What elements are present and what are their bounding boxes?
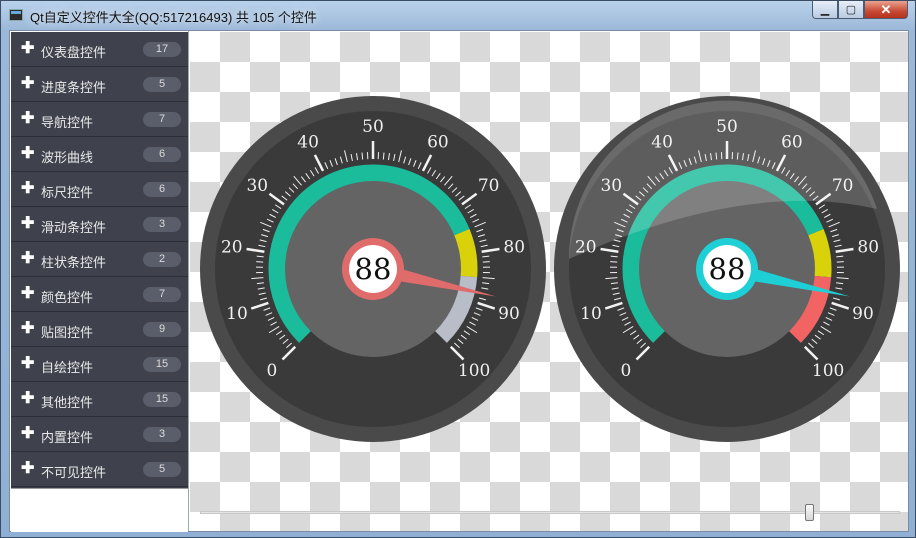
maximize-button[interactable]: ▢ [838, 1, 864, 19]
gauge-scale-label: 10 [580, 304, 602, 324]
gauge-scale-label: 40 [297, 133, 319, 153]
gauge-scale-label: 0 [266, 361, 277, 381]
sidebar-item[interactable]: ✚ 导航控件 7 [11, 102, 188, 137]
count-badge: 7 [143, 112, 181, 127]
title-bar[interactable]: Qt自定义控件大全(QQ:517216493) 共 105 个控件 ▁ ▢ ✕ [1, 1, 915, 30]
gauge-scale-label: 90 [852, 304, 874, 324]
minimize-icon: ▁ [820, 4, 830, 16]
sidebar-item[interactable]: ✚ 进度条控件 5 [11, 67, 188, 102]
count-badge: 5 [143, 462, 181, 477]
count-badge: 5 [143, 77, 181, 92]
sidebar-item[interactable]: ✚ 滑动条控件 3 [11, 207, 188, 242]
plus-icon: ✚ [21, 425, 35, 442]
sidebar-nav: ✚ 仪表盘控件 17 ✚ 进度条控件 5 ✚ 导航控件 7 ✚ 波形曲线 6 ✚ 标尺控件 6 ✚ 滑动条控件 3… [11, 32, 188, 488]
plus-icon: ✚ [21, 145, 35, 162]
plus-icon: ✚ [21, 390, 35, 407]
count-badge: 17 [143, 42, 181, 57]
close-icon: ✕ [880, 1, 892, 17]
sidebar-item[interactable]: ✚ 波形曲线 6 [11, 137, 188, 172]
plus-icon: ✚ [21, 180, 35, 197]
sidebar-empty-area [11, 488, 188, 532]
gauge: 0 10 20 30 40 50 60 70 80 90 100 88 [200, 96, 546, 442]
count-badge: 3 [143, 427, 181, 442]
gauge-scale-label: 60 [427, 133, 449, 153]
plus-icon: ✚ [21, 215, 35, 232]
sidebar-item-label: 其他控件 [41, 395, 94, 410]
sidebar-item-label: 贴图控件 [41, 325, 94, 340]
sidebar-item-label: 自绘控件 [41, 360, 94, 375]
sidebar-item-label: 仪表盘控件 [41, 45, 107, 60]
gauge-scale-label: 20 [221, 238, 243, 258]
gauge-preview-canvas: 0102030405060708090100880102030405060708… [190, 32, 908, 531]
sidebar-item[interactable]: ✚ 自绘控件 15 [11, 347, 188, 382]
plus-icon: ✚ [21, 320, 35, 337]
plus-icon: ✚ [21, 460, 35, 477]
close-button[interactable]: ✕ [864, 1, 908, 19]
plus-icon: ✚ [21, 250, 35, 267]
sidebar-item-label: 颜色控件 [41, 290, 94, 305]
gauge: 010203040506070809010088 [554, 96, 900, 442]
sidebar-item[interactable]: ✚ 其他控件 15 [11, 382, 188, 417]
sidebar-item-label: 滑动条控件 [41, 220, 107, 235]
sidebar-item-label: 导航控件 [41, 115, 94, 130]
gauge-scale-label: 80 [857, 238, 879, 258]
sidebar-item-label: 波形曲线 [41, 150, 94, 165]
gauge-scale-label: 100 [812, 361, 844, 381]
sidebar-item[interactable]: ✚ 标尺控件 6 [11, 172, 188, 207]
sidebar-item[interactable]: ✚ 不可见控件 5 [11, 452, 188, 487]
window-controls: ▁ ▢ ✕ [812, 1, 908, 19]
plus-icon: ✚ [21, 355, 35, 372]
gauge-scale-label: 30 [246, 176, 268, 196]
count-badge: 6 [143, 182, 181, 197]
gauges-svg: 0102030405060708090100880102030405060708… [200, 96, 900, 442]
count-badge: 15 [143, 392, 181, 407]
sidebar-item[interactable]: ✚ 颜色控件 7 [11, 277, 188, 312]
count-badge: 15 [143, 357, 181, 372]
slider-track[interactable] [200, 511, 900, 514]
count-badge: 6 [143, 147, 181, 162]
sidebar-item[interactable]: ✚ 内置控件 3 [11, 417, 188, 452]
plus-icon: ✚ [21, 75, 35, 92]
sidebar-item-label: 标尺控件 [41, 185, 94, 200]
gauge-range-arc [807, 229, 832, 278]
minimize-button[interactable]: ▁ [812, 1, 838, 19]
gauge-scale-label: 50 [362, 117, 384, 137]
gauge-value-text: 88 [709, 252, 746, 286]
gauge-tick [361, 152, 364, 160]
gauge-scale-label: 100 [458, 361, 490, 381]
app-window: Qt自定义控件大全(QQ:517216493) 共 105 个控件 ▁ ▢ ✕ … [0, 0, 916, 538]
slider-handle[interactable] [805, 504, 814, 521]
plus-icon: ✚ [21, 110, 35, 127]
sidebar-item-label: 不可见控件 [41, 465, 107, 480]
sidebar-item[interactable]: ✚ 仪表盘控件 17 [11, 32, 188, 67]
value-slider[interactable] [200, 503, 900, 523]
count-badge: 7 [143, 287, 181, 302]
gauge-scale-label: 10 [226, 304, 248, 324]
gauge-scale-label: 80 [503, 238, 525, 258]
gauge-scale-label: 70 [478, 176, 500, 196]
count-badge: 9 [143, 322, 181, 337]
gauge-scale-label: 90 [498, 304, 520, 324]
window-title: Qt自定义控件大全(QQ:517216493) 共 105 个控件 [30, 10, 317, 25]
gauge-range-arc [453, 229, 478, 278]
gauge-value-text: 88 [355, 252, 392, 286]
sidebar-item-label: 进度条控件 [41, 80, 107, 95]
gauge-tick [382, 152, 385, 160]
gauge-scale-label: 0 [620, 361, 631, 381]
plus-icon: ✚ [21, 40, 35, 57]
sidebar-item[interactable]: ✚ 柱状条控件 2 [11, 242, 188, 277]
maximize-icon: ▢ [845, 4, 857, 16]
count-badge: 3 [143, 217, 181, 232]
count-badge: 2 [143, 252, 181, 267]
client-area: ✚ 仪表盘控件 17 ✚ 进度条控件 5 ✚ 导航控件 7 ✚ 波形曲线 6 ✚ 标尺控件 6 ✚ 滑动条控件 3… [9, 30, 909, 532]
sidebar-item[interactable]: ✚ 贴图控件 9 [11, 312, 188, 347]
plus-icon: ✚ [21, 285, 35, 302]
divider [188, 31, 189, 531]
app-icon [9, 9, 23, 21]
sidebar-item-label: 柱状条控件 [41, 255, 107, 270]
sidebar-item-label: 内置控件 [41, 430, 94, 445]
